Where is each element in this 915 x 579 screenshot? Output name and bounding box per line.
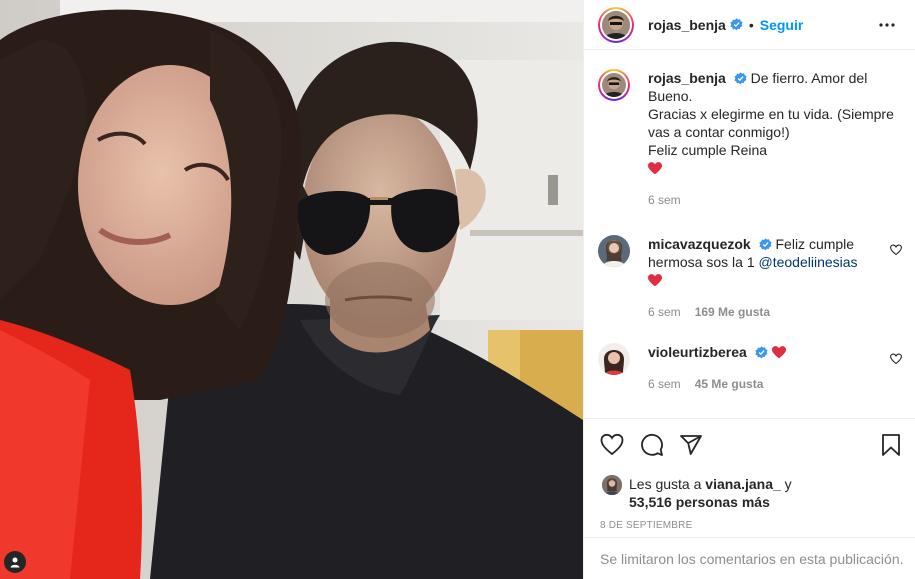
caption-username[interactable]: rojas_benja (648, 70, 726, 86)
caption-text-line3: Feliz cumple Reina (648, 142, 768, 158)
comment-item: violeurtizberea 6 sem 45 Me gusta (598, 343, 902, 393)
author-username[interactable]: rojas_benja (648, 17, 726, 33)
caption-avatar[interactable] (598, 69, 630, 101)
follow-button[interactable]: Seguir (760, 17, 804, 33)
comment-icon[interactable] (640, 433, 664, 457)
comment-heart-icon[interactable] (890, 244, 902, 256)
header-separator: • (748, 16, 754, 33)
verified-icon (730, 18, 743, 31)
likes-user-link[interactable]: viana.jana_ (705, 476, 781, 492)
comment-like-count[interactable]: 45 Me gusta (695, 377, 764, 391)
post-side-panel: rojas_benja • Seguir rojas_benja De fier… (583, 0, 915, 579)
caption-text-line2: Gracias x elegirme en tu vida. (Siempre … (648, 106, 894, 140)
verified-icon (734, 72, 747, 85)
comments-list[interactable]: rojas_benja De fierro. Amor del Bueno. G… (584, 51, 915, 417)
verified-icon (755, 346, 768, 359)
post-date[interactable]: 8 DE SEPTIEMBRE (600, 520, 692, 531)
likes-summary: Les gusta a viana.jana_ y 53,516 persona… (602, 475, 792, 511)
commenter-username[interactable]: violeurtizberea (648, 344, 747, 360)
commenter-avatar[interactable] (598, 235, 630, 267)
commenter-username[interactable]: micavazquezok (648, 236, 751, 252)
caption-time[interactable]: 6 sem (648, 193, 681, 207)
verified-icon (758, 238, 772, 251)
likes-count-link[interactable]: 53,516 personas más (629, 494, 770, 510)
likes-connector: y (784, 476, 792, 492)
post-photo[interactable] (0, 0, 583, 579)
more-icon[interactable] (878, 16, 896, 34)
heart-icon[interactable] (600, 433, 624, 457)
liker-avatar[interactable] (602, 475, 622, 495)
author-avatar[interactable] (598, 6, 634, 43)
red-heart-icon (771, 346, 786, 359)
post-header: rojas_benja • Seguir (584, 0, 915, 50)
red-heart-icon (648, 274, 662, 287)
comment-mention-link[interactable]: @teodeliinesias (759, 254, 858, 270)
comment-item: micavazquezok Feliz cumple hermosa sos l… (598, 235, 902, 321)
share-icon[interactable] (679, 433, 703, 457)
red-heart-icon (648, 162, 662, 175)
user-tag-icon[interactable] (4, 551, 26, 573)
save-icon[interactable] (879, 433, 903, 457)
comments-disabled-notice: Se limitaron los comentarios en esta pub… (584, 537, 915, 579)
comment-like-count[interactable]: 169 Me gusta (695, 305, 770, 319)
comment-time[interactable]: 6 sem (648, 377, 681, 391)
comment-time[interactable]: 6 sem (648, 305, 681, 319)
comment-heart-icon[interactable] (890, 353, 902, 365)
likes-prefix: Les gusta a (629, 476, 702, 492)
caption: rojas_benja De fierro. Amor del Bueno. G… (598, 69, 902, 209)
post-photo-image (0, 0, 583, 579)
commenter-avatar[interactable] (598, 343, 630, 375)
post-actions: Les gusta a viana.jana_ y 53,516 persona… (584, 418, 915, 579)
